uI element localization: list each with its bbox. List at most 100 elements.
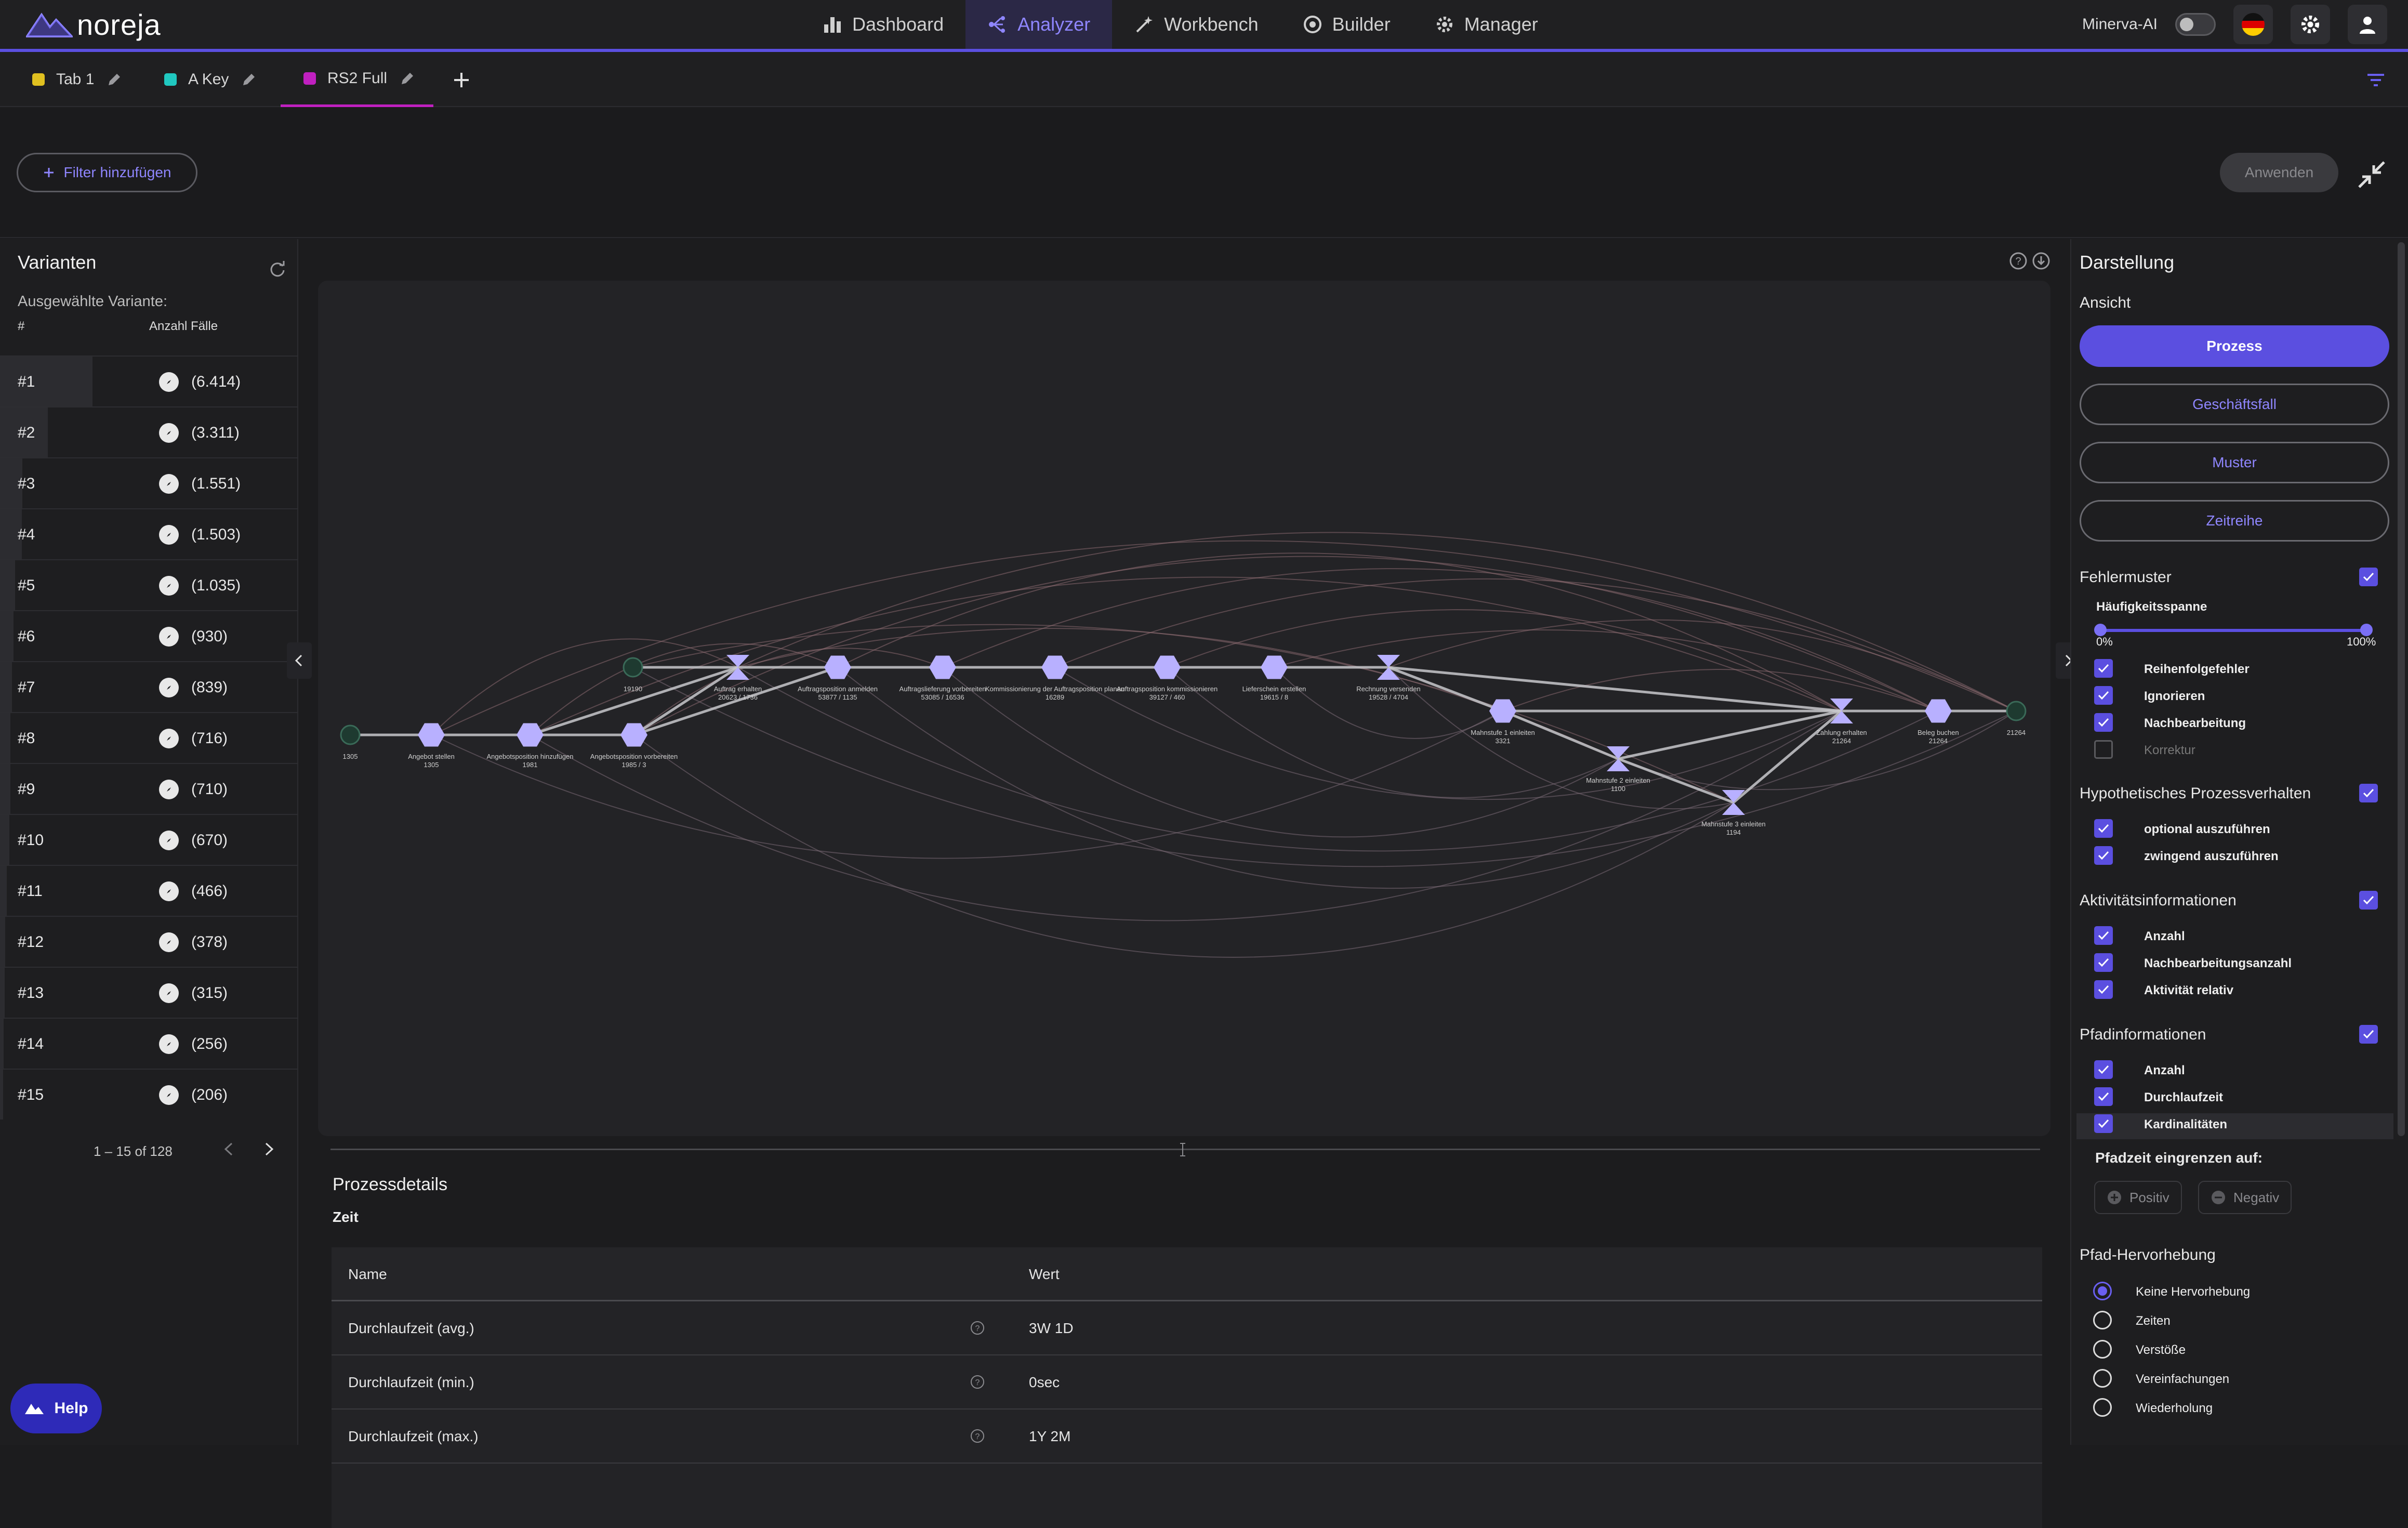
filter-lines-icon[interactable]	[2365, 70, 2386, 90]
positive-button[interactable]: Positiv	[2094, 1181, 2182, 1214]
highlight-radio[interactable]	[2093, 1340, 2112, 1359]
process-edge[interactable]	[632, 624, 1734, 803]
compass-icon[interactable]	[159, 881, 179, 901]
process-edge[interactable]	[633, 556, 1939, 735]
view-case-button[interactable]: Geschäftsfall	[2080, 384, 2389, 425]
process-edge[interactable]	[737, 532, 2017, 712]
option-checkbox[interactable]	[2094, 819, 2113, 838]
tab-rs2-full[interactable]: RS2 Full	[281, 52, 433, 107]
help-button[interactable]: Help	[10, 1384, 102, 1433]
view-process-button[interactable]: Prozess	[2080, 325, 2389, 367]
process-node[interactable]: Auftragslieferung vorbereiten53085 / 165…	[899, 655, 986, 702]
compass-icon[interactable]	[159, 474, 179, 494]
activity-checkbox[interactable]	[2359, 891, 2378, 910]
compass-icon[interactable]	[159, 423, 179, 443]
option-checkbox[interactable]	[2094, 980, 2113, 999]
main-process-edge[interactable]	[1618, 709, 1842, 760]
help-circle-icon[interactable]: ?	[970, 1374, 985, 1390]
nav-builder[interactable]: Builder	[1280, 0, 1412, 49]
pencil-icon[interactable]	[399, 70, 416, 87]
option-checkbox[interactable]	[2094, 713, 2113, 732]
variant-row[interactable]: #14 (256)	[0, 1018, 298, 1069]
compass-icon[interactable]	[159, 678, 179, 697]
variant-row[interactable]: #1 (6.414)	[0, 355, 298, 406]
highlight-radio[interactable]	[2093, 1282, 2112, 1300]
process-node[interactable]: Lieferschein erstellen19615 / 8	[1242, 655, 1306, 702]
apply-button[interactable]: Anwenden	[2220, 153, 2338, 192]
drag-handle-icon[interactable]	[1179, 1142, 1187, 1157]
slider-max-handle[interactable]	[2360, 624, 2373, 636]
help-circle-icon[interactable]: ?	[970, 1320, 985, 1336]
highlight-radio[interactable]	[2093, 1369, 2112, 1388]
option-checkbox[interactable]	[2094, 659, 2113, 678]
tab-1[interactable]: Tab 1	[32, 52, 123, 107]
variant-row[interactable]: #12 (378)	[0, 916, 298, 967]
compass-icon[interactable]	[159, 372, 179, 392]
variant-row[interactable]: #7 (839)	[0, 661, 298, 712]
process-node[interactable]: 19190	[623, 657, 643, 693]
option-checkbox[interactable]	[2094, 686, 2113, 705]
main-process-edge[interactable]	[633, 666, 739, 736]
option-checkbox[interactable]	[2094, 846, 2113, 865]
variant-row[interactable]: #5 (1.035)	[0, 559, 298, 610]
settings-button[interactable]	[2291, 5, 2330, 44]
process-edge[interactable]	[431, 638, 738, 735]
option-checkbox[interactable]	[2094, 1114, 2113, 1133]
process-edge[interactable]	[633, 648, 943, 735]
option-checkbox[interactable]	[2094, 926, 2113, 945]
process-node[interactable]: Auftragsposition kommissionieren39127 / …	[1117, 655, 1218, 702]
compass-icon[interactable]	[159, 983, 179, 1003]
path-checkbox[interactable]	[2359, 1025, 2378, 1044]
process-node[interactable]: 1305	[340, 725, 361, 760]
view-pattern-button[interactable]: Muster	[2080, 442, 2389, 483]
add-filter-button[interactable]: Filter hinzufügen	[17, 153, 197, 192]
variant-row[interactable]: #15 (206)	[0, 1069, 298, 1119]
option-checkbox[interactable]	[2094, 1087, 2113, 1106]
process-edge[interactable]	[530, 710, 1842, 921]
process-node[interactable]: Rechnung versenden19528 / 4704	[1356, 655, 1421, 701]
variant-row[interactable]: #4 (1.503)	[0, 508, 298, 559]
compass-icon[interactable]	[159, 525, 179, 545]
variant-row[interactable]: #6 (930)	[0, 610, 298, 661]
slider-min-handle[interactable]	[2094, 624, 2107, 636]
compass-icon[interactable]	[159, 1085, 179, 1105]
variant-row[interactable]: #13 (315)	[0, 967, 298, 1018]
download-icon[interactable]	[2032, 252, 2050, 270]
process-graph[interactable]: 1305 Angebot stellen 1305 Angebotsposition …	[318, 281, 2050, 1136]
process-node[interactable]: Auftragsposition anmelden53877 / 1135	[798, 655, 878, 702]
nav-dashboard[interactable]: Dashboard	[800, 0, 965, 49]
option-checkbox[interactable]	[2094, 953, 2113, 972]
chevron-left-icon[interactable]	[220, 1140, 238, 1158]
process-node[interactable]: Angebot stellen1305	[408, 723, 455, 769]
process-node[interactable]: Kommissionierung der Auftragsposition pl…	[985, 655, 1124, 702]
collapse-arrows-icon[interactable]	[2357, 160, 2386, 189]
compass-icon[interactable]	[159, 831, 179, 850]
compass-icon[interactable]	[159, 627, 179, 647]
highlight-radio[interactable]	[2093, 1398, 2112, 1417]
user-button[interactable]	[2348, 5, 2387, 44]
nav-workbench[interactable]: Workbench	[1112, 0, 1280, 49]
view-timeseries-button[interactable]: Zeitreihe	[2080, 500, 2389, 542]
minerva-toggle[interactable]	[2175, 13, 2216, 36]
process-node[interactable]: Angebotsposition hinzufügen1981	[487, 723, 574, 769]
pencil-icon[interactable]	[240, 71, 258, 88]
compass-icon[interactable]	[159, 576, 179, 596]
settings-scrollbar[interactable]	[2398, 242, 2405, 1136]
variant-row[interactable]: #11 (466)	[0, 865, 298, 916]
help-circle-icon[interactable]: ?	[2009, 252, 2028, 270]
option-checkbox[interactable]	[2094, 740, 2113, 759]
variant-row[interactable]: #3 (1.551)	[0, 457, 298, 508]
variant-row[interactable]: #9 (710)	[0, 763, 298, 814]
collapse-left-panel-button[interactable]	[287, 642, 312, 679]
fehlermuster-checkbox[interactable]	[2359, 568, 2378, 586]
variant-row[interactable]: #8 (716)	[0, 712, 298, 763]
process-node[interactable]: Angebotsposition vorbereiten1985 / 3	[590, 723, 678, 769]
option-checkbox[interactable]	[2094, 1060, 2113, 1079]
process-graph-canvas[interactable]: 1305 Angebot stellen1305 Angebotsposition …	[318, 281, 2050, 1136]
compass-icon[interactable]	[159, 780, 179, 799]
highlight-radio[interactable]	[2093, 1311, 2112, 1329]
refresh-icon[interactable]	[268, 260, 287, 279]
process-node[interactable]: 21264	[2006, 701, 2027, 736]
language-button[interactable]	[2233, 5, 2273, 44]
help-circle-icon[interactable]: ?	[970, 1428, 985, 1444]
